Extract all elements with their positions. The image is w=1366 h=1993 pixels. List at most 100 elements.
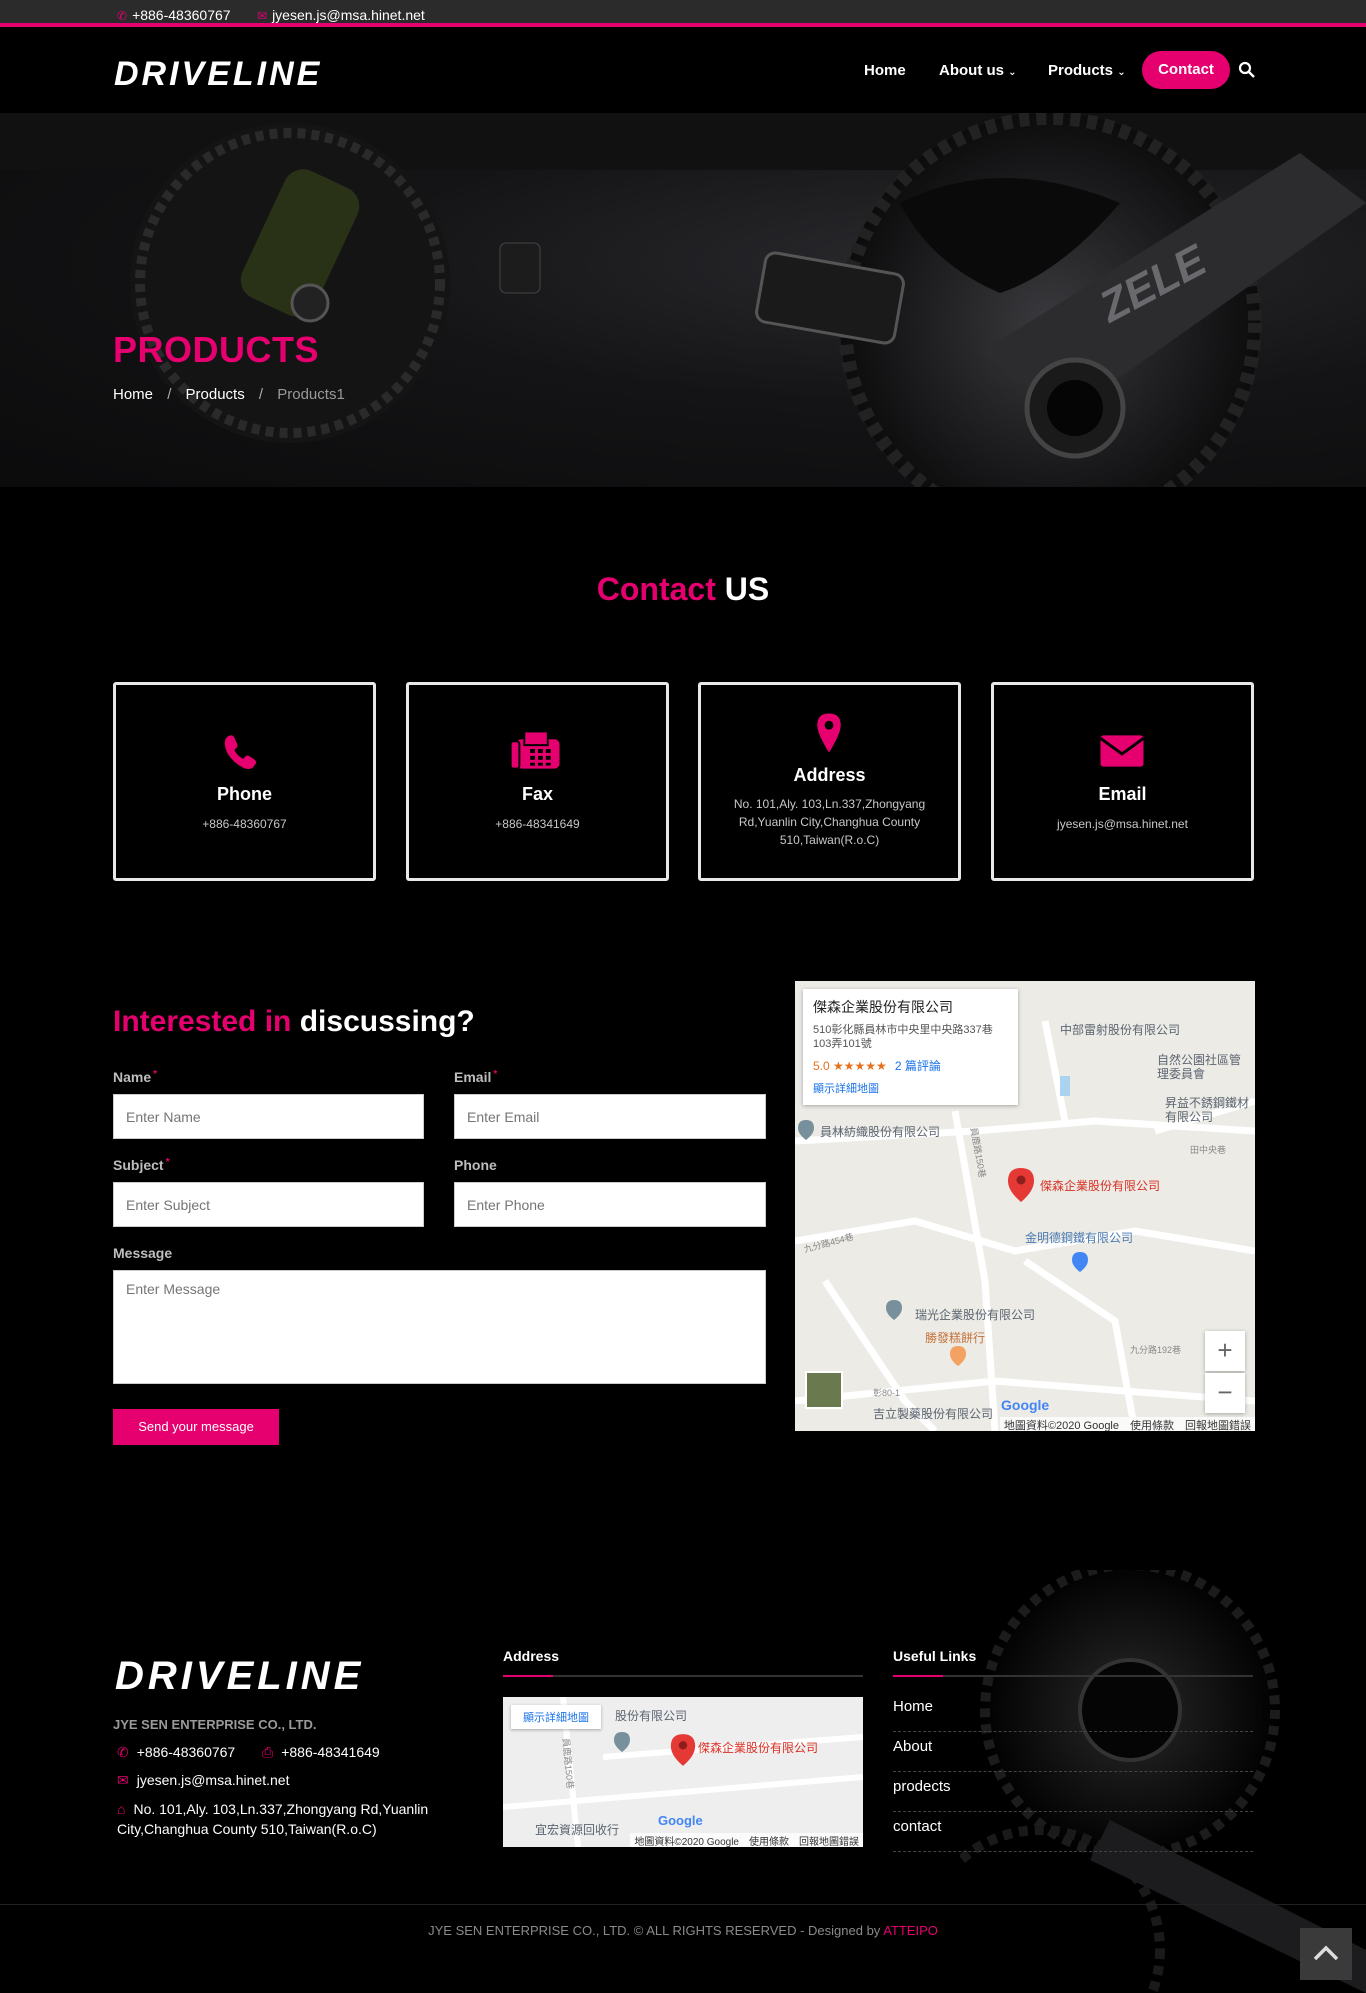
page-hero: ZELE PRODUCTS Home / Products / Products…	[0, 113, 1366, 487]
footer-logo[interactable]: DRIVELINE	[115, 1657, 470, 1695]
map-place-card: 傑森企業股份有限公司 510彰化縣員林市中央里中央路337巷103弄101號 5…	[803, 989, 1018, 1105]
map-label: 昇益不銹鋼鐵材有限公司	[1165, 1096, 1250, 1124]
nav-products[interactable]: Products ⌄	[1048, 62, 1126, 79]
message-textarea[interactable]	[113, 1270, 766, 1384]
back-to-top-button[interactable]	[1300, 1928, 1352, 1980]
mini-map-label: 股份有限公司	[615, 1709, 688, 1723]
nav-about[interactable]: About us ⌄	[939, 62, 1017, 79]
name-label-text: Name	[113, 1069, 152, 1085]
breadcrumb-home[interactable]: Home	[113, 386, 153, 403]
email-card-value: jyesen.js@msa.hinet.net	[1057, 817, 1188, 831]
footer-email-text: jyesen.js@msa.hinet.net	[136, 1772, 290, 1788]
footer-link-home[interactable]: Home	[893, 1692, 1253, 1732]
footer-link-products[interactable]: prodects	[893, 1772, 1253, 1812]
send-message-button[interactable]: Send your message	[113, 1409, 279, 1445]
name-label: Name *	[113, 1069, 157, 1085]
subject-input[interactable]	[113, 1182, 424, 1227]
map-rating-stars: 5.0 ★★★★★	[813, 1059, 887, 1073]
top-bar: ✆ +886-48360767 ✉ jyesen.js@msa.hinet.net	[0, 0, 1366, 27]
email-label-text: Email	[454, 1069, 492, 1085]
topbar-phone[interactable]: ✆ +886-48360767	[117, 7, 231, 23]
home-icon: ⌂	[117, 1801, 126, 1817]
nav-home[interactable]: Home	[864, 62, 906, 79]
phone-icon	[224, 735, 257, 770]
address-card-title: Address	[793, 765, 866, 785]
driveline-logo[interactable]: DRIVELINE	[114, 57, 406, 91]
form-heading-accent: Interested in	[113, 1005, 292, 1038]
phone-card-value: +886-48360767	[202, 817, 287, 831]
map-poi-icon	[1072, 1252, 1088, 1272]
map-label: 金明德鋼鐵有限公司	[1025, 1231, 1134, 1245]
required-mark: *	[153, 1069, 158, 1080]
map-label: 中部雷射股份有限公司	[1060, 1023, 1181, 1037]
google-map[interactable]: 傑森企業股份有限公司 510彰化縣員林市中央里中央路337巷103弄101號 5…	[795, 981, 1255, 1431]
google-logo: Google	[658, 1813, 703, 1828]
map-place-name: 傑森企業股份有限公司	[813, 999, 953, 1015]
map-label: 自然公園社區管理委員會	[1157, 1053, 1242, 1081]
map-marker-icon[interactable]	[1006, 1167, 1036, 1203]
map-reviews-link[interactable]: 2 篇評論	[895, 1059, 941, 1073]
name-input[interactable]	[113, 1094, 424, 1139]
logo-text: DRIVELINE	[114, 57, 322, 91]
map-marker-label: 傑森企業股份有限公司	[1040, 1179, 1161, 1193]
contact-heading-accent: Contact	[596, 571, 716, 607]
map-road-label: 彰80-1	[873, 1388, 901, 1398]
email-card: Email jyesen.js@msa.hinet.net	[991, 682, 1254, 881]
nav-contact-button[interactable]: Contact	[1142, 51, 1230, 89]
breadcrumb-products[interactable]: Products	[186, 386, 245, 403]
phone-card: Phone +886-48360767	[113, 682, 376, 881]
map-attribution[interactable]: 地圖資料©2020 Google 使用條款 回報地圖錯誤	[999, 1417, 1255, 1431]
breadcrumb-current: Products1	[277, 386, 345, 403]
footer-link-about[interactable]: About	[893, 1732, 1253, 1772]
footer-mini-map[interactable]: 顯示詳細地圖 股份有限公司 傑森企業股份有限公司 員鹿路150巷 宜宏資源回收行…	[503, 1697, 863, 1847]
mini-map-attribution[interactable]: 地圖資料©2020 Google 使用條款 回報地圖錯誤	[630, 1833, 863, 1847]
map-road-label: 九分路192巷	[1130, 1345, 1182, 1355]
email-card-title: Email	[1098, 784, 1147, 804]
email-input[interactable]	[454, 1094, 766, 1139]
breadcrumb-separator: /	[167, 386, 172, 403]
map-poi-icon	[798, 1120, 814, 1140]
chevron-down-icon: ⌄	[1008, 67, 1017, 78]
footer-phone-text: +886-48360767	[136, 1744, 236, 1760]
breadcrumb-separator: /	[258, 386, 264, 403]
required-mark: *	[165, 1157, 170, 1168]
map-poi-icon	[886, 1300, 902, 1320]
map-poi-icon	[614, 1732, 630, 1752]
zoom-out-button[interactable]: −	[1205, 1373, 1245, 1413]
mini-map-marker-label: 傑森企業股份有限公司	[698, 1741, 819, 1755]
map-label: 勝發糕餅行	[925, 1331, 986, 1345]
map-road-label: 田中央巷	[1190, 1145, 1227, 1155]
footer-email[interactable]: ✉ jyesen.js@msa.hinet.net	[117, 1772, 289, 1789]
map-details-link[interactable]: 顯示詳細地圖	[813, 1080, 1008, 1096]
breadcrumb: Home / Products / Products1	[113, 386, 355, 403]
map-place-address: 510彰化縣員林市中央里中央路337巷103弄101號	[813, 1024, 993, 1050]
message-label: Message	[113, 1245, 173, 1261]
map-label: 瑞光企業股份有限公司	[915, 1308, 1036, 1322]
footer-logo-text: DRIVELINE	[115, 1657, 364, 1695]
map-marker-icon[interactable]	[669, 1733, 697, 1767]
search-icon[interactable]	[1238, 61, 1256, 79]
topbar-email[interactable]: ✉ jyesen.js@msa.hinet.net	[257, 7, 425, 23]
satellite-toggle[interactable]	[805, 1371, 843, 1409]
footer-address-text: No. 101,Aly. 103,Ln.337,Zhongyang Rd,Yua…	[117, 1801, 429, 1837]
footer-link-contact[interactable]: contact	[893, 1812, 1253, 1852]
chevron-up-icon	[1313, 1945, 1339, 1961]
contact-heading-rest: US	[724, 571, 770, 607]
envelope-icon: ✉	[257, 9, 268, 23]
zoom-in-button[interactable]: +	[1205, 1331, 1245, 1371]
footer-links-title: Useful Links	[893, 1648, 977, 1664]
phone-card-title: Phone	[216, 784, 272, 804]
subject-label: Subject *	[113, 1157, 169, 1173]
footer-phone: ✆ +886-48360767	[117, 1744, 235, 1761]
map-place-rating: 5.0 ★★★★★ 2 篇評論	[813, 1057, 1008, 1074]
phone-input[interactable]	[454, 1182, 766, 1227]
topbar-phone-text: +886-48360767	[132, 7, 231, 23]
map-pin-icon	[817, 713, 841, 753]
footer-fax: ⎙ +886-48341649	[262, 1744, 380, 1761]
footer-address: ⌂ No. 101,Aly. 103,Ln.337,Zhongyang Rd,Yu…	[117, 1799, 457, 1839]
designer-link[interactable]: ATTEIPO	[883, 1923, 938, 1938]
google-logo: Google	[1001, 1397, 1050, 1413]
topbar-email-text: jyesen.js@msa.hinet.net	[272, 7, 425, 23]
nav-about-label: About us	[939, 62, 1004, 79]
mini-map-details-link[interactable]: 顯示詳細地圖	[511, 1705, 601, 1729]
